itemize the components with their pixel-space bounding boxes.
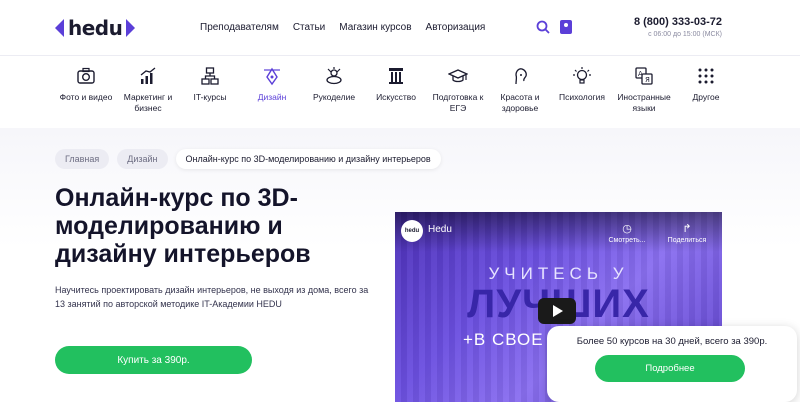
nav-login[interactable]: Авторизация: [426, 22, 486, 33]
play-button[interactable]: [538, 298, 576, 324]
growth-chart-icon: [140, 67, 156, 84]
category-bar: Фото и видео Маркетинг и бизнес IT-курсы…: [55, 66, 737, 114]
search-icon[interactable]: [536, 20, 550, 34]
video-caption-line3: +В СВОЕ: [463, 330, 544, 349]
category-label: Подготовка к ЕГЭ: [432, 92, 484, 113]
craft-icon: [326, 67, 342, 85]
category-psychology[interactable]: Психология: [551, 66, 613, 114]
category-label: Другое: [692, 92, 720, 102]
nav-teachers[interactable]: Преподавателям: [200, 22, 279, 33]
graduation-cap-icon: [448, 69, 468, 83]
category-art[interactable]: Искусство: [365, 66, 427, 114]
pen-tool-icon: [264, 67, 280, 86]
share-label: Поделиться: [667, 237, 707, 244]
category-label: Дизайн: [257, 92, 287, 102]
profile-icon[interactable]: [560, 20, 572, 34]
network-icon: [201, 67, 219, 85]
category-it[interactable]: IT-курсы: [179, 66, 241, 114]
dots-grid-icon: [698, 68, 714, 84]
channel-avatar[interactable]: hedu: [401, 220, 423, 242]
category-label: Маркетинг и бизнес: [123, 92, 173, 113]
category-languages[interactable]: AЯ Иностранные языки: [613, 66, 675, 114]
breadcrumb: Главная Дизайн Онлайн-курс по 3D-моделир…: [55, 149, 441, 169]
video-title[interactable]: Hedu: [428, 224, 452, 235]
top-nav: Преподавателям Статьи Магазин курсов Авт…: [200, 22, 485, 33]
logo-left-chevron: [55, 19, 64, 37]
category-label: Красота и здоровье: [500, 92, 540, 113]
logo-right-chevron: [126, 19, 136, 37]
category-label: Фото и видео: [59, 92, 113, 102]
nav-articles[interactable]: Статьи: [293, 22, 325, 33]
category-label: IT-курсы: [193, 92, 227, 102]
promo-popup: Более 50 курсов на 30 дней, всего за 390…: [547, 326, 797, 402]
translate-icon: AЯ: [635, 67, 653, 85]
video-caption-line1: УЧИТЕСЬ У: [488, 264, 629, 283]
svg-text:Я: Я: [645, 76, 650, 84]
clock-icon: ◷: [622, 223, 632, 235]
page-title: Онлайн-курс по 3D-моделированию и дизайн…: [55, 184, 311, 268]
column-icon: [389, 68, 403, 84]
category-label: Психология: [558, 92, 606, 102]
logo-text: hedu: [68, 16, 123, 40]
breadcrumb-current: Онлайн-курс по 3D-моделированию и дизайн…: [175, 149, 441, 169]
more-details-button[interactable]: Подробнее: [595, 355, 745, 382]
camera-icon: [77, 67, 95, 84]
category-label: Искусство: [376, 92, 416, 102]
svg-text:A: A: [638, 70, 643, 78]
lightbulb-icon: [573, 67, 591, 84]
category-crafts[interactable]: Рукоделие: [303, 66, 365, 114]
share-button[interactable]: ↱ Поделиться: [663, 222, 711, 244]
category-label: Рукоделие: [312, 92, 356, 102]
category-other[interactable]: Другое: [675, 66, 737, 114]
phone-number[interactable]: 8 (800) 333-03-72: [634, 16, 722, 28]
category-design[interactable]: Дизайн: [241, 66, 303, 114]
share-icon: ↱: [682, 223, 692, 235]
buy-button[interactable]: Купить за 390р.: [55, 346, 252, 374]
category-beauty[interactable]: Красота и здоровье: [489, 66, 551, 114]
category-label: Иностранные языки: [617, 92, 671, 113]
breadcrumb-design[interactable]: Дизайн: [117, 149, 168, 169]
category-photo-video[interactable]: Фото и видео: [55, 66, 117, 114]
nav-shop[interactable]: Магазин курсов: [339, 22, 411, 33]
promo-text: Более 50 курсов на 30 дней, всего за 390…: [576, 336, 768, 347]
category-exam-prep[interactable]: Подготовка к ЕГЭ: [427, 66, 489, 114]
watch-later-button[interactable]: ◷ Смотреть...: [603, 222, 651, 244]
site-header: hedu Преподавателям Статьи Магазин курсо…: [0, 0, 800, 56]
course-description: Научитесь проектировать дизайн интерьеро…: [55, 285, 369, 309]
watch-later-label: Смотреть...: [608, 237, 646, 244]
face-icon: [515, 68, 527, 85]
breadcrumb-home[interactable]: Главная: [55, 149, 110, 169]
logo[interactable]: hedu: [55, 15, 136, 41]
working-hours: с 06:00 до 15:00 (МСК): [648, 31, 722, 38]
category-marketing[interactable]: Маркетинг и бизнес: [117, 66, 179, 114]
